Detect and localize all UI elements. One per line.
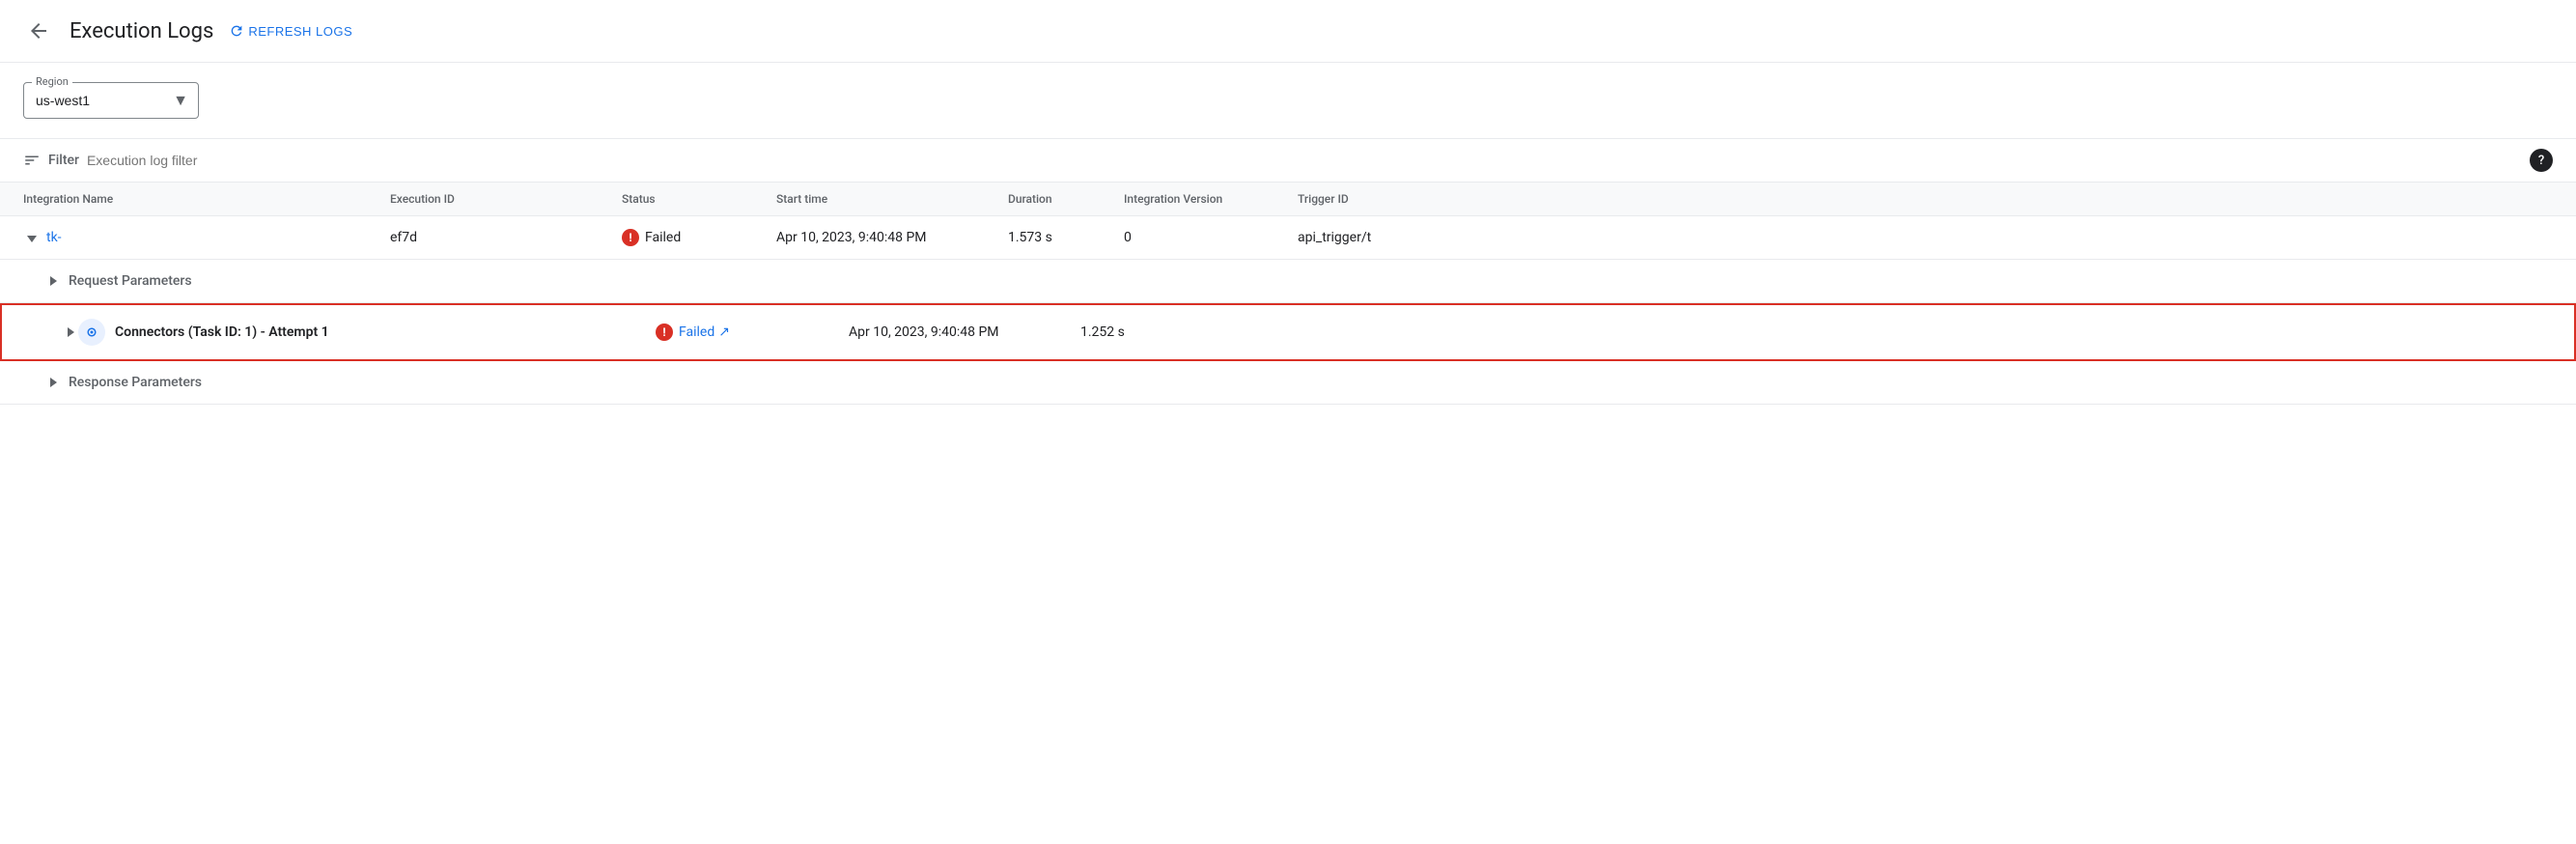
connector-status-text: Failed	[679, 324, 714, 340]
connector-icon	[78, 319, 105, 346]
col-status: Status	[622, 192, 776, 206]
col-execution-id: Execution ID	[390, 192, 622, 206]
request-parameters-label: Request Parameters	[69, 273, 192, 289]
external-link-icon: ↗	[718, 324, 730, 340]
back-button[interactable]	[23, 15, 54, 46]
col-duration: Duration	[1008, 192, 1124, 206]
filter-input[interactable]	[87, 153, 2522, 168]
expand-response-params-button[interactable]	[46, 373, 61, 392]
refresh-label: REFRESH LOGS	[248, 24, 352, 39]
expanded-section: Request Parameters Connectors (Task ID: …	[0, 260, 2576, 405]
chevron-right-icon-3	[50, 378, 57, 387]
col-integration-version: Integration Version	[1124, 192, 1298, 206]
refresh-icon	[229, 23, 244, 39]
help-label: ?	[2538, 154, 2544, 168]
refresh-logs-button[interactable]: REFRESH LOGS	[229, 23, 352, 39]
expand-request-params-button[interactable]	[46, 271, 61, 291]
response-parameters-label: Response Parameters	[69, 375, 202, 390]
connector-row: Connectors (Task ID: 1) - Attempt 1 ! Fa…	[0, 303, 2576, 361]
connector-failed-link[interactable]: Failed ↗	[679, 324, 730, 340]
cell-integration-version: 0	[1124, 230, 1298, 245]
help-icon[interactable]: ?	[2530, 149, 2553, 172]
cell-start-time: Apr 10, 2023, 9:40:48 PM	[776, 230, 1008, 245]
filter-bar: Filter ?	[0, 138, 2576, 183]
chevron-down-icon	[27, 236, 37, 242]
cell-integration-name: tk-	[23, 228, 390, 247]
connector-error-icon: !	[656, 324, 673, 341]
connector-name-text: Connectors (Task ID: 1) - Attempt 1	[115, 324, 329, 340]
filter-icon	[23, 152, 41, 169]
table-row: tk- ef7d ! Failed Apr 10, 2023, 9:40:48 …	[0, 216, 2576, 260]
cell-connector-duration: 1.252 s	[1080, 324, 1177, 340]
cell-connector-status: ! Failed ↗	[656, 324, 849, 341]
region-select-wrapper: Region us-west1 us-east1 us-central1 eur…	[23, 82, 199, 119]
expand-connector-button[interactable]	[64, 323, 78, 342]
request-parameters-row: Request Parameters	[0, 260, 2576, 303]
response-parameters-row: Response Parameters	[0, 361, 2576, 405]
log-table: Integration Name Execution ID Status Sta…	[0, 183, 2576, 405]
status-text: Failed	[645, 230, 681, 245]
col-trigger-id: Trigger ID	[1298, 192, 1491, 206]
cell-trigger-id: api_trigger/t	[1298, 230, 1491, 245]
cell-status: ! Failed	[622, 229, 776, 246]
region-label: Region	[32, 75, 72, 88]
integration-name-link[interactable]: tk-	[46, 230, 62, 245]
region-select[interactable]: us-west1 us-east1 us-central1 europe-wes…	[24, 83, 198, 118]
connector-row-content: Connectors (Task ID: 1) - Attempt 1 ! Fa…	[115, 324, 2551, 341]
filter-label: Filter	[48, 153, 79, 168]
error-status-icon: !	[622, 229, 639, 246]
cell-connector-name: Connectors (Task ID: 1) - Attempt 1	[115, 324, 656, 340]
cell-execution-id: ef7d	[390, 230, 622, 245]
chevron-right-icon	[50, 276, 57, 286]
toolbar: Region us-west1 us-east1 us-central1 eur…	[0, 63, 2576, 138]
expand-row-button[interactable]	[23, 228, 41, 247]
cell-duration: 1.573 s	[1008, 230, 1124, 245]
page-title: Execution Logs	[70, 19, 213, 43]
cell-connector-start-time: Apr 10, 2023, 9:40:48 PM	[849, 324, 1080, 340]
header: Execution Logs REFRESH LOGS	[0, 0, 2576, 63]
col-start-time: Start time	[776, 192, 1008, 206]
col-integration-name: Integration Name	[23, 192, 390, 206]
table-header: Integration Name Execution ID Status Sta…	[0, 183, 2576, 216]
chevron-right-icon-2	[68, 327, 74, 337]
